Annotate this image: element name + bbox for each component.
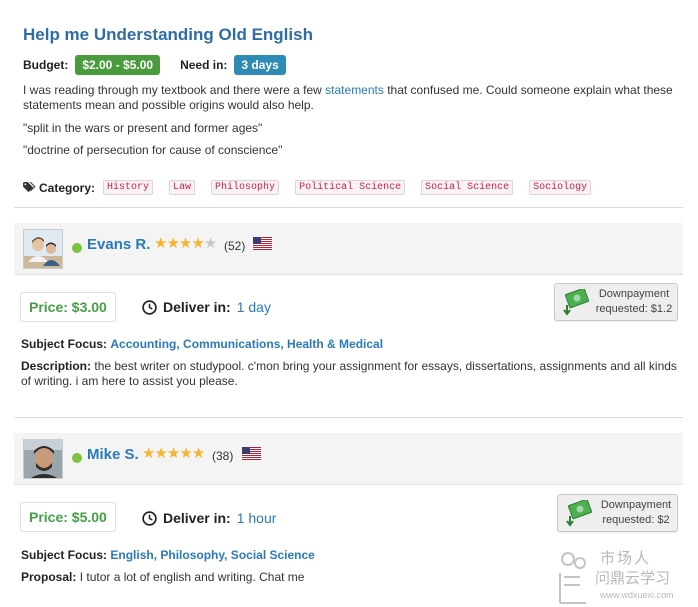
- category-row: Category: History Law Philosophy Politic…: [23, 180, 607, 195]
- bid-header: Mike S. ★ ★ ★ ★ ★ (38): [14, 433, 683, 485]
- clock-icon: [142, 299, 157, 315]
- star-icon: ★: [191, 235, 204, 252]
- deliver-in: Deliver in: 1 hour: [142, 510, 276, 526]
- watermark-url: www.wdxuexi.com: [600, 590, 674, 600]
- downpayment-text: Downpayment requested: $1.2: [593, 287, 675, 317]
- bid-description: Description: the best writer on studypoo…: [21, 359, 681, 389]
- need-in-label: Need in:: [180, 58, 228, 72]
- deliver-value: 1 day: [236, 299, 271, 315]
- bid-price: Price: $5.00: [29, 509, 107, 525]
- downpayment-line1: Downpayment: [600, 499, 672, 511]
- deliver-label: Deliver in:: [163, 299, 231, 315]
- tag-icon: [23, 182, 36, 193]
- budget-label: Budget:: [23, 58, 69, 72]
- money-down-icon: [566, 500, 593, 527]
- downpayment-line1: Downpayment: [598, 288, 670, 300]
- watermark-line2: 问鼎云学习: [595, 570, 671, 587]
- online-dot-icon: [72, 453, 82, 463]
- question-quote-2: "doctrine of persecution for cause of co…: [23, 143, 283, 157]
- description-text: the best writer on studypool. c'mon brin…: [21, 359, 677, 388]
- question-quote-1: "split in the wars or present and former…: [23, 121, 263, 135]
- avatar[interactable]: [23, 439, 63, 479]
- star-icon: ★: [166, 445, 180, 462]
- downpayment-badge[interactable]: Downpayment requested: $1.2: [554, 283, 678, 321]
- question-body: I was reading through my textbook and th…: [23, 83, 673, 113]
- category-label: Category:: [39, 180, 96, 195]
- section-divider: [14, 207, 683, 208]
- downpayment-line2: requested: $2: [602, 514, 670, 526]
- star-icon: ★: [166, 235, 179, 252]
- question-text-before: I was reading through my textbook and th…: [23, 83, 326, 97]
- subject-focus-label: Subject Focus:: [21, 548, 108, 562]
- bid-header: Evans R. ★ ★ ★ ★ ★ (52): [14, 223, 683, 275]
- category-tag-history[interactable]: History: [103, 180, 154, 195]
- question-title[interactable]: Help me Understanding Old English: [23, 25, 313, 45]
- deliver-value: 1 hour: [236, 510, 277, 526]
- deliver-label: Deliver in:: [163, 510, 231, 526]
- online-dot-icon: [72, 243, 82, 253]
- star-icon: ★: [179, 445, 192, 462]
- downpayment-text: Downpayment requested: $2: [596, 498, 676, 528]
- category-tag-sociology[interactable]: Sociology: [529, 180, 592, 195]
- description-label: Description:: [21, 359, 92, 373]
- star-icon: ★: [142, 445, 155, 462]
- subject-focus: Subject Focus: Accounting, Communication…: [21, 337, 383, 352]
- category-tag-law[interactable]: Law: [169, 180, 196, 195]
- subject-focus: Subject Focus: English, Philosophy, Soci…: [21, 548, 315, 563]
- rating-stars: ★ ★ ★ ★ ★: [142, 445, 205, 462]
- subject-focus-value[interactable]: Accounting, Communications, Health & Med…: [110, 337, 383, 351]
- bid-divider: [14, 417, 683, 418]
- downpayment-line2: requested: $1.2: [595, 303, 673, 315]
- need-in-badge: 3 days: [234, 55, 286, 75]
- clock-icon: [142, 510, 157, 526]
- statements-link[interactable]: statements: [325, 83, 384, 97]
- money-down-icon: [563, 289, 590, 316]
- bid-price: Price: $3.00: [29, 299, 107, 315]
- us-flag-icon: [253, 237, 272, 250]
- bid-proposal: Proposal: I tutor a lot of english and w…: [21, 570, 304, 585]
- bidder-name[interactable]: Mike S.: [87, 446, 139, 463]
- downpayment-badge[interactable]: Downpayment requested: $2: [557, 494, 678, 532]
- price-box: Price: $3.00: [20, 292, 116, 322]
- star-icon: ★: [154, 235, 167, 252]
- review-count: (38): [212, 449, 234, 463]
- proposal-text: I tutor a lot of english and writing. Ch…: [79, 570, 305, 584]
- watermark-logo-icon: [559, 552, 586, 604]
- price-box: Price: $5.00: [20, 502, 116, 532]
- avatar[interactable]: [23, 229, 63, 269]
- question-meta: Budget: $2.00 - $5.00 Need in: 3 days: [23, 55, 286, 75]
- subject-focus-label: Subject Focus:: [21, 337, 108, 351]
- budget-badge: $2.00 - $5.00: [75, 55, 161, 75]
- us-flag-icon: [242, 447, 261, 460]
- deliver-in: Deliver in: 1 day: [142, 299, 271, 315]
- star-icon: ★: [191, 445, 205, 462]
- bidder-name[interactable]: Evans R.: [87, 236, 150, 253]
- category-tag-political-science[interactable]: Political Science: [295, 180, 406, 195]
- star-icon: ★: [154, 445, 167, 462]
- watermark-line1: 市场人: [600, 550, 652, 567]
- category-tag-philosophy[interactable]: Philosophy: [211, 180, 280, 195]
- star-icon: ★: [178, 235, 192, 252]
- watermark: 市场人 问鼎云学习 www.wdxuexi.com: [552, 545, 698, 607]
- proposal-label: Proposal:: [21, 570, 77, 584]
- star-icon: ★: [203, 235, 217, 252]
- rating-stars: ★ ★ ★ ★ ★: [154, 235, 217, 252]
- review-count: (52): [224, 239, 246, 253]
- category-tag-social-science[interactable]: Social Science: [421, 180, 514, 195]
- subject-focus-value[interactable]: English, Philosophy, Social Science: [110, 548, 315, 562]
